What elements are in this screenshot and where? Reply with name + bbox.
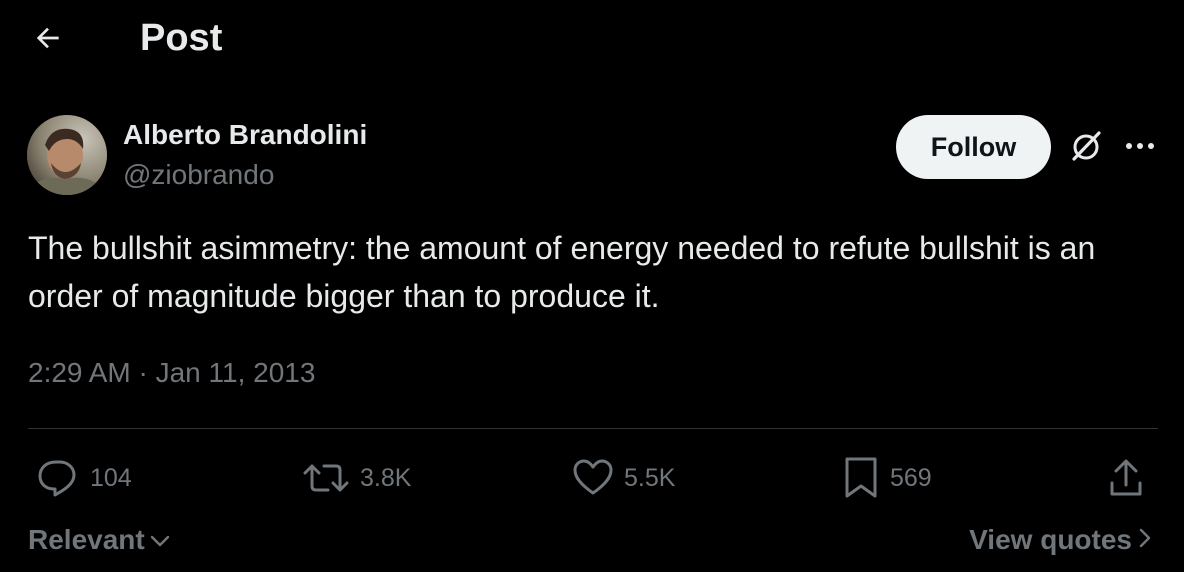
view-quotes-link[interactable]: View quotes bbox=[969, 523, 1152, 557]
reply-button[interactable]: 104 bbox=[36, 456, 132, 500]
post-timestamp[interactable]: 2:29 AM · Jan 11, 2013 bbox=[28, 356, 315, 390]
grok-icon bbox=[1068, 128, 1104, 169]
more-options-button[interactable] bbox=[1120, 130, 1160, 164]
chevron-down-icon bbox=[149, 523, 171, 557]
heart-icon bbox=[572, 458, 614, 498]
avatar[interactable] bbox=[27, 115, 107, 195]
author-handle[interactable]: @ziobrando bbox=[123, 158, 274, 192]
divider bbox=[28, 428, 1158, 429]
bookmark-icon bbox=[842, 456, 880, 500]
more-icon bbox=[1124, 138, 1156, 156]
share-icon bbox=[1106, 457, 1146, 499]
grok-button[interactable] bbox=[1066, 128, 1106, 168]
like-button[interactable]: 5.5K bbox=[572, 456, 675, 500]
repost-count: 3.8K bbox=[360, 463, 412, 492]
avatar-photo bbox=[27, 115, 107, 195]
sort-label: Relevant bbox=[28, 524, 145, 555]
reply-count: 104 bbox=[90, 463, 132, 492]
author-name[interactable]: Alberto Brandolini bbox=[123, 118, 367, 152]
bookmark-button[interactable]: 569 bbox=[842, 456, 932, 500]
follow-button[interactable]: Follow bbox=[896, 115, 1051, 179]
view-quotes-label: View quotes bbox=[969, 524, 1132, 555]
chevron-right-icon bbox=[1138, 523, 1152, 557]
post-text: The bullshit asimmetry: the amount of en… bbox=[28, 230, 1096, 314]
reply-icon bbox=[36, 458, 80, 498]
repost-icon bbox=[302, 458, 350, 498]
share-button[interactable] bbox=[1106, 456, 1146, 500]
repost-button[interactable]: 3.8K bbox=[302, 456, 411, 500]
sort-dropdown[interactable]: Relevant bbox=[28, 523, 171, 557]
page-title: Post bbox=[140, 17, 223, 59]
back-button[interactable] bbox=[28, 20, 68, 60]
top-bar: Post bbox=[0, 0, 1184, 80]
bookmark-count: 569 bbox=[890, 463, 932, 492]
arrow-left-icon bbox=[32, 22, 64, 59]
like-count: 5.5K bbox=[624, 463, 676, 492]
